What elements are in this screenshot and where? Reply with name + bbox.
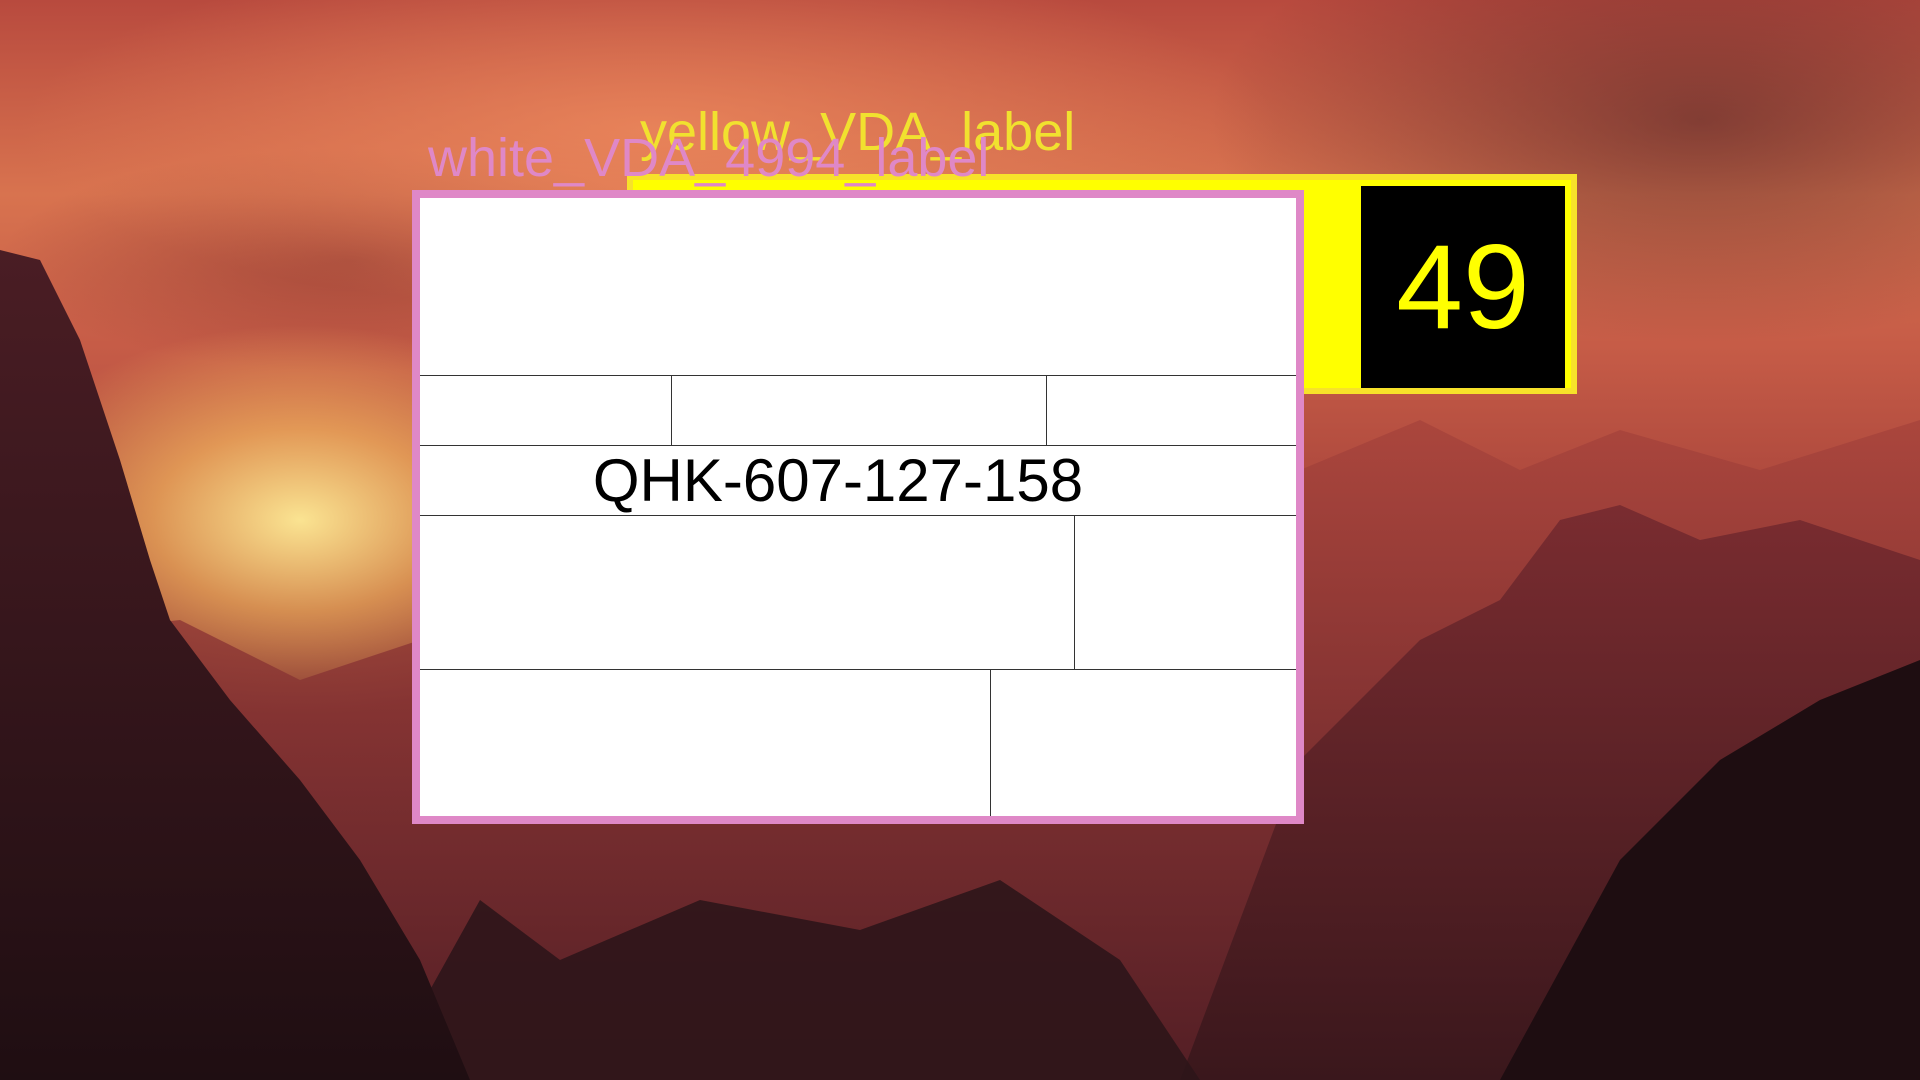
table-cell: [672, 376, 1047, 445]
white-window-label: white_VDA_4994_label: [428, 128, 990, 188]
table-row: [420, 670, 1296, 816]
table-row: [420, 516, 1296, 670]
table-cell: [420, 376, 672, 445]
table-cell: [1047, 376, 1296, 445]
serial-number: QHK-607-127-158: [592, 447, 1084, 514]
table-cell: QHK-607-127-158: [420, 446, 1296, 515]
table-row: QHK-607-127-158: [420, 446, 1296, 516]
table-row: [420, 376, 1296, 446]
white-window[interactable]: QHK-607-127-158: [412, 190, 1304, 824]
table-row: [420, 198, 1296, 376]
table-cell: [1075, 516, 1296, 669]
count-badge: 49: [1361, 186, 1565, 388]
table-cell: [420, 516, 1075, 669]
table-cell: [420, 198, 1296, 375]
table-cell: [420, 670, 991, 816]
desktop-background: yellow_VDA_label 49 white_VDA_4994_label…: [0, 0, 1920, 1080]
table-cell: [991, 670, 1296, 816]
